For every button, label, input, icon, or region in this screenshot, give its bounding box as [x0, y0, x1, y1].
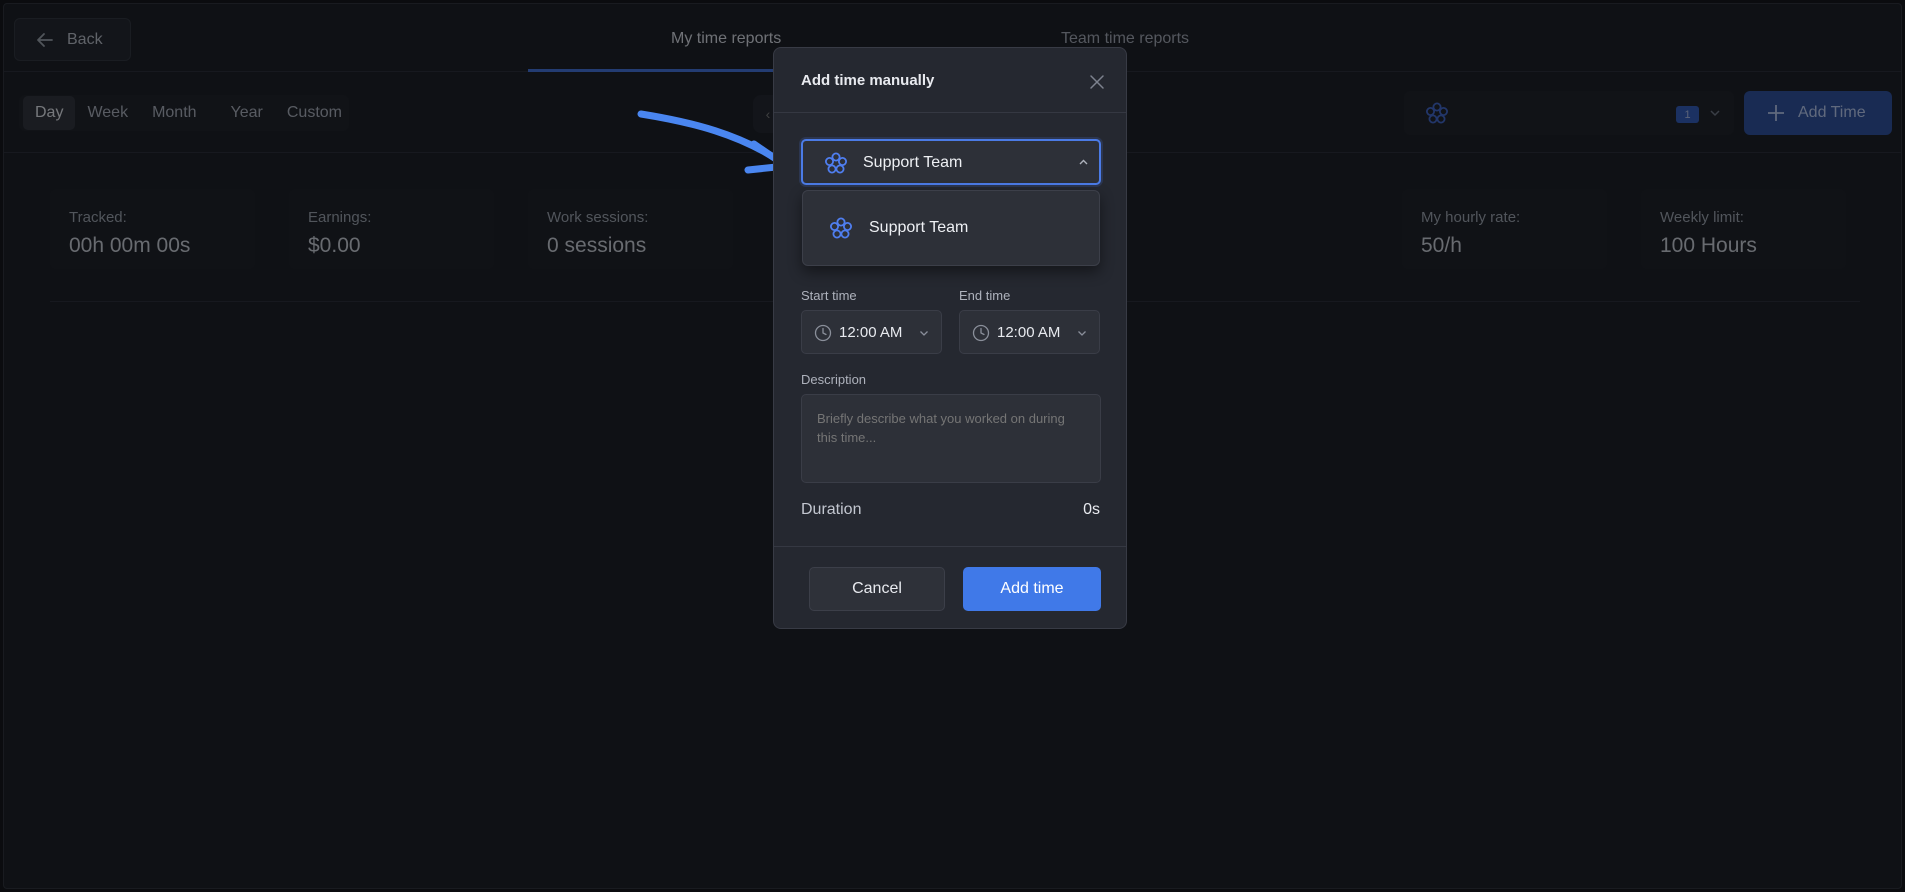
team-select-value: Support Team [863, 154, 963, 171]
team-dropdown-menu: Support Team [802, 190, 1100, 266]
description-label: Description [801, 372, 867, 387]
end-time-select[interactable]: 12:00 AM [959, 310, 1100, 354]
cancel-button[interactable]: Cancel [809, 567, 945, 611]
team-flower-icon [825, 152, 847, 174]
add-time-modal: Add time manually Support Team Support T… [773, 47, 1127, 629]
duration-label: Duration [801, 501, 862, 518]
modal-footer-divider [774, 546, 1126, 547]
start-time-label: Start time [801, 288, 857, 303]
modal-title: Add time manually [801, 72, 935, 89]
clock-icon [814, 324, 832, 342]
team-flower-icon [830, 217, 852, 239]
chevron-down-icon [920, 331, 928, 336]
start-time-value: 12:00 AM [839, 324, 903, 341]
team-option-label: Support Team [869, 219, 969, 236]
annotation-arrow-icon [637, 110, 790, 174]
team-option[interactable]: Support Team [803, 191, 1099, 265]
chevron-up-icon [1079, 159, 1088, 165]
add-time-submit-button[interactable]: Add time [963, 567, 1101, 611]
modal-header: Add time manually [774, 48, 1126, 113]
chevron-down-icon [1078, 331, 1086, 336]
end-time-label: End time [959, 288, 1011, 303]
start-time-select[interactable]: 12:00 AM [801, 310, 942, 354]
clock-icon [972, 324, 990, 342]
duration-value: 0s [1083, 501, 1100, 518]
team-select[interactable]: Support Team [801, 139, 1101, 185]
end-time-value: 12:00 AM [997, 324, 1061, 341]
close-icon[interactable] [1089, 74, 1105, 90]
description-input[interactable] [801, 394, 1101, 483]
